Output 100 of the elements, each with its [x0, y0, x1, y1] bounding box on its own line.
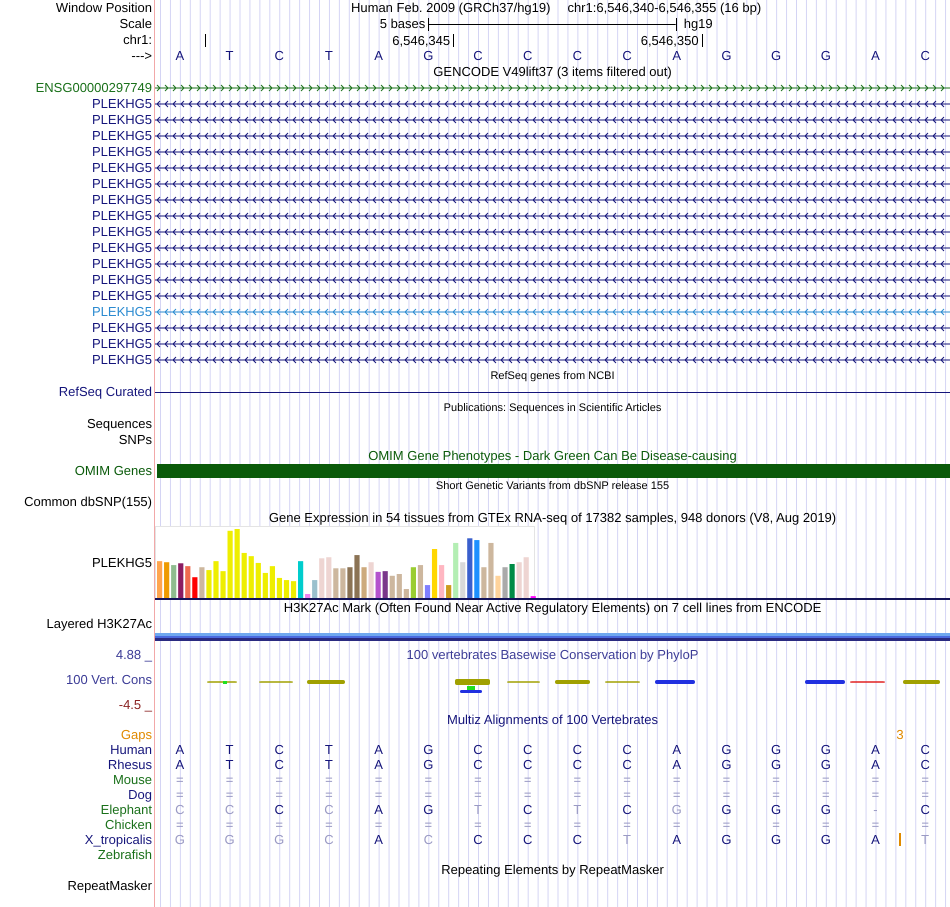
base-letter: T: [921, 832, 930, 846]
base-letter: =: [872, 772, 880, 786]
gene-label: ENSG00000297749: [36, 81, 152, 95]
base-letter: A: [672, 49, 682, 63]
track-title: Gene Expression in 54 tissues from GTEx RNA-seq of 17382 samples, 948 donors (V8, Aug 2019): [268, 511, 836, 525]
gene-label: PLEKHG5: [92, 321, 152, 335]
base-letter: =: [176, 818, 184, 832]
base-letter: =: [822, 788, 830, 802]
base-letter: C: [522, 802, 532, 816]
base-letter: =: [374, 788, 382, 802]
row-label: chr1:: [123, 33, 152, 47]
base-letter: =: [623, 818, 631, 832]
base-letter: C: [473, 49, 483, 63]
base-letter: C: [522, 758, 532, 772]
track-title: Multiz Alignments of 100 Vertebrates: [446, 713, 658, 727]
axis-label: -4.5 _: [118, 698, 152, 712]
tick-mark: [453, 34, 454, 47]
track-title: 100 vertebrates Basewise Conservation by PhyloP: [406, 648, 698, 662]
base-letter: A: [871, 742, 880, 756]
base-letter: =: [176, 788, 184, 802]
gap-count: 3: [896, 728, 904, 742]
gene-label: PLEKHG5: [92, 337, 152, 351]
gene-label: PLEKHG5: [92, 305, 152, 319]
base-letter: =: [623, 772, 631, 786]
base-letter: A: [672, 742, 682, 756]
base-letter: =: [226, 788, 234, 802]
track-label: RepeatMasker: [67, 878, 152, 892]
base-letter: T: [623, 832, 631, 846]
base-letter: T: [324, 742, 333, 756]
base-letter: C: [424, 832, 433, 846]
base-letter: =: [226, 772, 234, 786]
track-label: Sequences: [86, 417, 152, 431]
base-letter: =: [325, 788, 333, 802]
base-letter: C: [622, 49, 632, 63]
position-text: chr1:6,546,340-6,546,355 (16 bp): [567, 1, 762, 15]
base-letter: G: [820, 49, 831, 63]
base-letter: C: [274, 742, 284, 756]
gene-label: PLEKHG5: [92, 225, 152, 239]
track-title: RefSeq genes from NCBI: [490, 369, 615, 383]
base-letter: C: [622, 758, 632, 772]
base-letter: =: [524, 772, 532, 786]
gene-label: PLEKHG5: [92, 113, 152, 127]
row-label: Window Position: [56, 1, 152, 15]
base-letter: G: [820, 742, 831, 756]
base-letter: C: [622, 742, 632, 756]
base-letter: C: [274, 802, 284, 816]
row-label: --->: [131, 49, 152, 63]
base-letter: =: [822, 818, 830, 832]
gene-label: PLEKHG5: [92, 193, 152, 207]
base-letter: G: [274, 832, 284, 846]
base-letter: G: [721, 742, 732, 756]
base-letter: C: [522, 832, 532, 846]
base-letter: A: [374, 742, 383, 756]
track-label: SNPs: [118, 433, 152, 447]
row-label: Scale: [119, 17, 152, 31]
base-letter: A: [374, 802, 383, 816]
base-letter: =: [921, 818, 929, 832]
base-letter: T: [324, 758, 333, 772]
base-letter: =: [474, 772, 482, 786]
base-letter: A: [871, 49, 880, 63]
base-letter: C: [224, 802, 234, 816]
base-letter: G: [423, 49, 434, 63]
assembly-label: hg19: [684, 17, 713, 31]
base-letter: A: [672, 758, 682, 772]
base-letter: A: [176, 49, 184, 63]
base-letter: =: [722, 818, 730, 832]
base-letter: =: [722, 788, 730, 802]
base-letter: A: [374, 49, 383, 63]
base-letter: C: [572, 758, 582, 772]
gene-label: PLEKHG5: [92, 97, 152, 111]
base-letter: G: [771, 832, 782, 846]
base-letter: =: [424, 788, 432, 802]
species-label: Elephant: [100, 802, 152, 816]
base-letter: =: [325, 818, 333, 832]
base-letter: =: [574, 772, 582, 786]
base-letter: C: [473, 758, 483, 772]
track-label: RefSeq Curated: [58, 385, 152, 399]
base-letter: G: [721, 832, 732, 846]
base-letter: G: [771, 758, 782, 772]
row-label: Gaps: [120, 728, 152, 742]
gene-label: PLEKHG5: [92, 177, 152, 191]
base-letter: A: [374, 832, 383, 846]
base-letter: C: [920, 49, 930, 63]
base-letter: G: [820, 802, 831, 816]
base-letter: =: [474, 788, 482, 802]
base-letter: C: [522, 49, 532, 63]
base-letter: =: [772, 772, 780, 786]
species-label: Mouse: [112, 772, 152, 786]
base-letter: =: [474, 818, 482, 832]
base-letter: T: [474, 802, 482, 816]
assembly-text: Human Feb. 2009 (GRCh37/hg19): [351, 1, 550, 15]
base-letter: G: [820, 758, 831, 772]
base-letter: =: [921, 772, 929, 786]
axis-label: 4.88 _: [116, 648, 152, 662]
base-letter: =: [574, 788, 582, 802]
base-letter: =: [921, 788, 929, 802]
base-letter: C: [572, 49, 582, 63]
track-title: Publications: Sequences in Scientific Articles: [444, 401, 662, 415]
species-label: Human: [110, 742, 152, 756]
base-letter: T: [573, 802, 582, 816]
